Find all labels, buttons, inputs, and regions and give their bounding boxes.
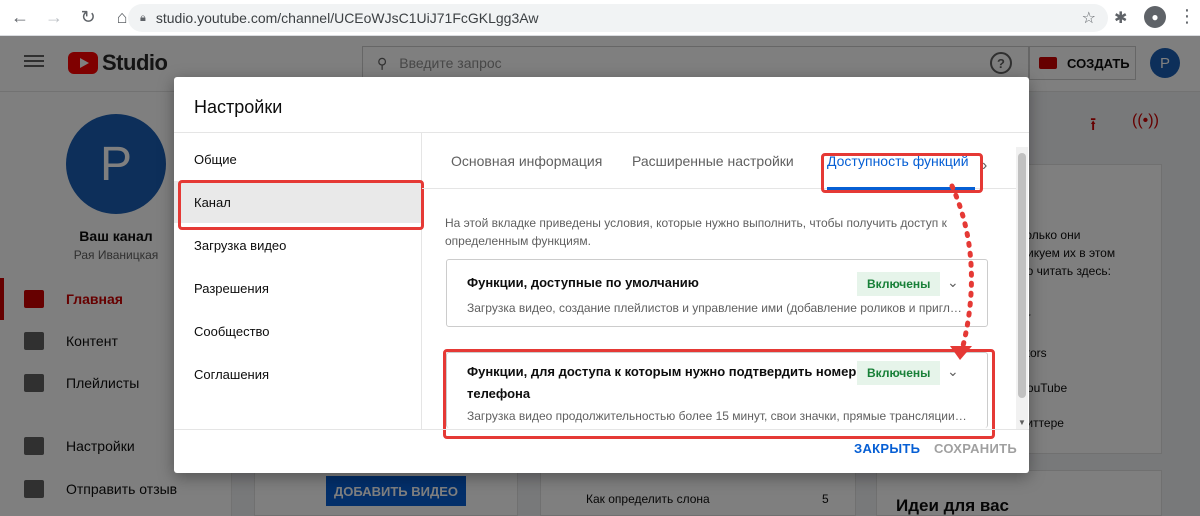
scrollbar-thumb[interactable]	[1018, 153, 1026, 398]
save-button[interactable]: СОХРАНИТЬ	[934, 441, 1017, 456]
settings-nav-label: Сообщество	[194, 323, 270, 339]
tab-advanced-settings[interactable]: Расширенные настройки	[632, 133, 794, 189]
reload-icon[interactable]: ↻	[74, 4, 102, 32]
feature-description: Загрузка видео, создание плейлистов и уп…	[467, 301, 967, 315]
status-badge: Включены	[857, 361, 941, 385]
browser-toolbar: ← → ↻ ⌂ 🔒︎ studio.youtube.com/channel/UC…	[0, 0, 1200, 36]
settings-nav-upload-defaults[interactable]: Загрузка видео	[174, 224, 422, 266]
chevron-down-icon[interactable]: ⌄	[947, 274, 959, 291]
forward-icon[interactable]: →	[40, 4, 68, 32]
tab-label: Основная информация	[451, 153, 603, 169]
extensions-icon[interactable]: ✱	[1114, 8, 1127, 28]
dialog-title: Настройки	[194, 97, 283, 117]
settings-nav-community[interactable]: Сообщество	[174, 310, 422, 352]
settings-nav-label: Разрешения	[194, 280, 269, 296]
settings-nav-label: Соглашения	[194, 366, 270, 382]
feature-card-default[interactable]: Функции, доступные по умолчанию Загрузка…	[446, 259, 988, 327]
settings-nav-permissions[interactable]: Разрешения	[174, 267, 422, 309]
chevron-right-icon[interactable]: ›	[982, 157, 987, 175]
tab-basic-info[interactable]: Основная информация	[451, 133, 602, 189]
feature-title: Функции, для доступа к которым нужно под…	[467, 364, 857, 401]
settings-nav-label: Общие	[194, 151, 237, 167]
divider	[174, 429, 1029, 430]
scroll-down-arrow[interactable]: ▼	[1018, 418, 1026, 427]
back-icon[interactable]: ←	[6, 4, 34, 32]
browser-menu-icon[interactable]: ⋮	[1178, 6, 1196, 27]
lock-icon: 🔒︎	[140, 11, 146, 24]
settings-nav-agreements[interactable]: Соглашения	[174, 353, 422, 395]
settings-nav-label: Загрузка видео	[194, 237, 287, 253]
feature-intro-text: На этой вкладке приведены условия, котор…	[445, 216, 947, 248]
settings-nav-channel[interactable]: Канал	[174, 180, 424, 230]
url-text: studio.youtube.com/channel/UCEoWJsC1UiJ7…	[155, 10, 539, 26]
tab-label: Доступность функций	[827, 153, 969, 169]
status-badge: Включены	[857, 272, 941, 296]
settings-nav: Общие Канал Загрузка видео Разрешения Со…	[174, 133, 424, 429]
feature-card-phone-verified[interactable]: Функции, для доступа к которым нужно под…	[443, 349, 995, 439]
settings-nav-label: Канал	[194, 194, 231, 210]
bookmark-star-icon[interactable]: ☆	[1082, 8, 1096, 28]
close-button[interactable]: ЗАКРЫТЬ	[854, 441, 920, 456]
address-bar[interactable]: 🔒︎ studio.youtube.com/channel/UCEoWJsC1U…	[128, 4, 1108, 32]
feature-title: Функции, доступные по умолчанию	[467, 275, 699, 290]
tab-label: Расширенные настройки	[632, 153, 794, 169]
settings-nav-general[interactable]: Общие	[174, 138, 422, 180]
feature-description: Загрузка видео продолжительностью более …	[467, 409, 967, 423]
settings-dialog: Настройки Общие Канал Загрузка видео Раз…	[174, 77, 1029, 473]
scrollbar[interactable]: ▼	[1016, 147, 1028, 429]
chevron-down-icon[interactable]: ⌄	[947, 363, 959, 380]
browser-profile-icon[interactable]: ●	[1144, 6, 1166, 28]
tab-feature-eligibility[interactable]: Доступность функций	[821, 133, 983, 193]
settings-tabs: Основная информация Расширенные настройк…	[422, 133, 1016, 193]
